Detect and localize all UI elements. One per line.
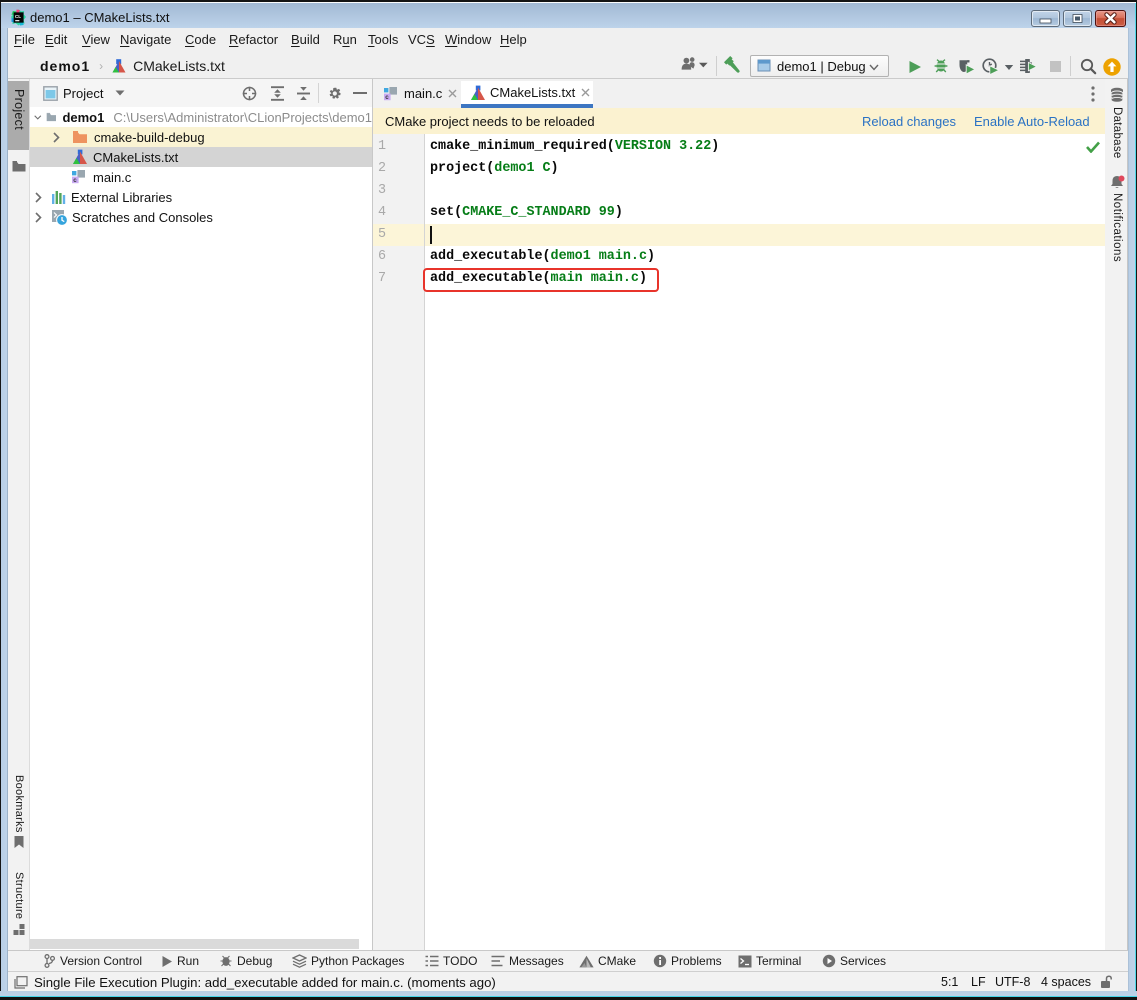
svg-text:c: c	[73, 177, 77, 184]
svg-text:c: c	[385, 94, 389, 101]
svg-text:CL: CL	[15, 14, 21, 19]
